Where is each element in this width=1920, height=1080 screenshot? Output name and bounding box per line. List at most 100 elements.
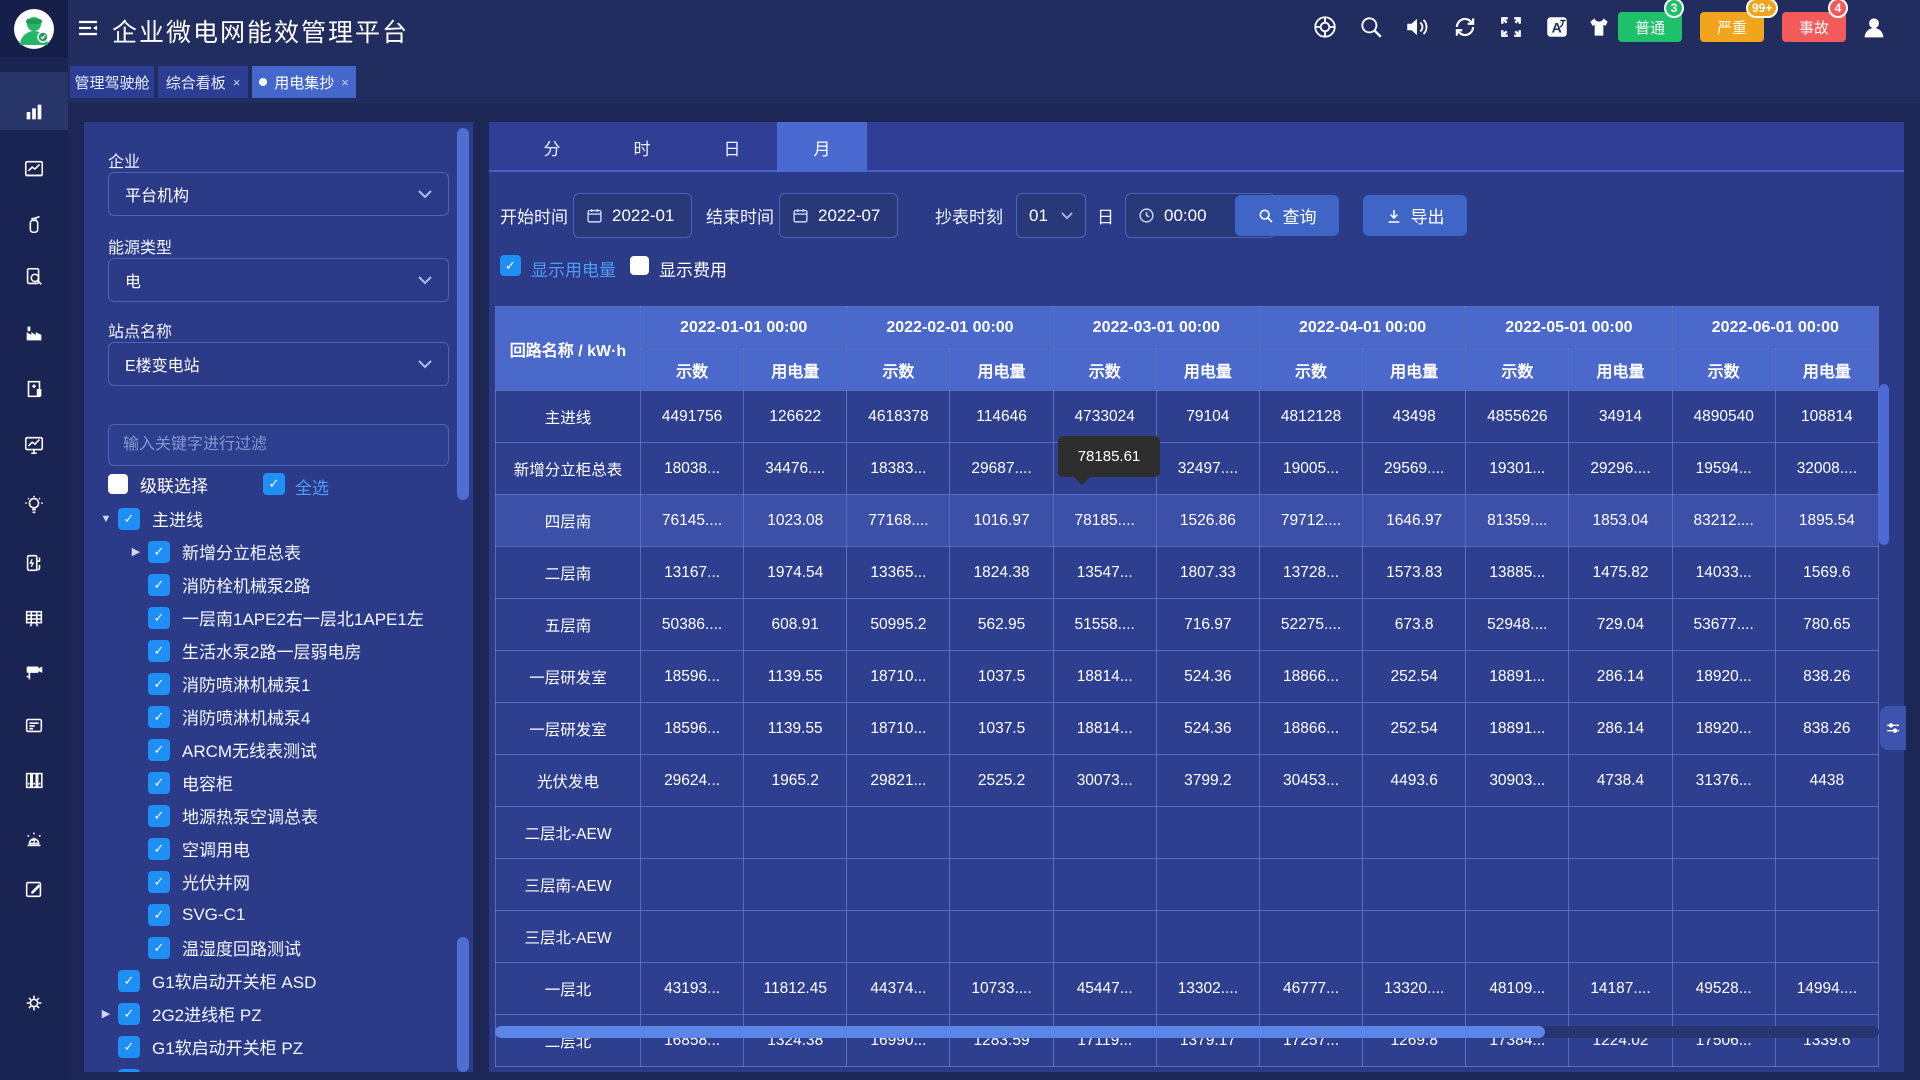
station-select[interactable]: E楼变电站 xyxy=(108,342,449,386)
tree-item[interactable]: ✓G1软启动开关柜 PZ xyxy=(84,1030,473,1063)
tree-item[interactable]: ✓空调用电 xyxy=(84,832,473,865)
show-cost-checkbox[interactable] xyxy=(630,256,649,275)
tree-item[interactable]: ✓光伏并网 xyxy=(84,865,473,898)
sidebar-item-fire-extinguisher-icon[interactable] xyxy=(23,213,45,235)
value-cell: 79104 xyxy=(1156,391,1259,443)
day-select[interactable]: 01 xyxy=(1016,193,1086,238)
sidebar-item-access-card-icon[interactable] xyxy=(23,714,45,736)
tree-item[interactable]: ✓电容柜 xyxy=(84,766,473,799)
caret-expanded-icon[interactable]: ▼ xyxy=(100,513,112,525)
tree-scrollbar-thumb[interactable] xyxy=(457,937,469,1072)
refresh-icon[interactable] xyxy=(1452,14,1480,42)
sidebar-item-gear-chip-icon[interactable] xyxy=(23,992,45,1014)
sidebar-item-monitor-trend-icon[interactable] xyxy=(23,434,45,456)
tree-item[interactable]: ✓生活水泵2路一层弱电房 xyxy=(84,634,473,667)
horizontal-scrollbar-thumb[interactable] xyxy=(495,1026,1545,1038)
panel-scrollbar-thumb[interactable] xyxy=(457,128,469,500)
value-cell: 29821... xyxy=(847,755,950,807)
close-tab-icon[interactable]: × xyxy=(233,75,241,90)
speaker-icon[interactable] xyxy=(1404,14,1432,42)
tree-checkbox[interactable]: ✓ xyxy=(118,970,140,992)
sidebar-item-alarm-siren-icon[interactable] xyxy=(23,828,45,850)
close-tab-icon[interactable]: × xyxy=(341,75,349,90)
tree-checkbox[interactable]: ✓ xyxy=(148,937,170,959)
workspace-tab-2[interactable]: 综合看板× xyxy=(158,66,248,98)
tree-checkbox[interactable]: ✓ xyxy=(148,673,170,695)
tree-checkbox[interactable]: ✓ xyxy=(148,805,170,827)
cascade-checkbox[interactable] xyxy=(108,474,128,494)
tree-item[interactable]: ✓温湿度回路测试 xyxy=(84,931,473,964)
sidebar-item-hospital-building-icon[interactable] xyxy=(23,378,45,400)
tree-item[interactable]: ▶✓EC演示箱 xyxy=(84,1063,473,1072)
select-all-label[interactable]: 全选 xyxy=(295,474,329,499)
tree-checkbox[interactable]: ✓ xyxy=(148,838,170,860)
tree-checkbox[interactable]: ✓ xyxy=(148,904,170,926)
user-icon[interactable] xyxy=(1860,14,1888,42)
select-all-checkbox[interactable]: ✓ xyxy=(263,473,285,495)
tree-checkbox[interactable]: ✓ xyxy=(118,1003,140,1025)
sidebar-item-bar-chart-icon[interactable] xyxy=(23,101,45,123)
value-cell: 1475.82 xyxy=(1569,547,1672,599)
enterprise-select[interactable]: 平台机构 xyxy=(108,172,449,216)
sidebar-item-inspect-document-icon[interactable] xyxy=(23,266,45,288)
horizontal-scrollbar[interactable] xyxy=(495,1026,1879,1038)
tree-checkbox[interactable]: ✓ xyxy=(148,739,170,761)
tree-checkbox[interactable]: ✓ xyxy=(148,871,170,893)
tree-item[interactable]: ✓地源热泵空调总表 xyxy=(84,799,473,832)
query-button[interactable]: 查询 xyxy=(1235,195,1339,236)
shirt-icon[interactable] xyxy=(1586,14,1614,42)
tree-checkbox[interactable]: ✓ xyxy=(118,1036,140,1058)
tree-checkbox[interactable]: ✓ xyxy=(118,1069,140,1073)
tree-checkbox[interactable]: ✓ xyxy=(148,772,170,794)
usage-subheader: 用电量 xyxy=(950,349,1053,391)
translate-icon[interactable]: A xyxy=(1544,14,1572,42)
sidebar-item-edit-form-icon[interactable] xyxy=(23,878,45,900)
tree-checkbox[interactable]: ✓ xyxy=(148,541,170,563)
workspace-tab-3[interactable]: 用电集抄× xyxy=(252,66,356,98)
tree-item[interactable]: ▶✓2G2进线柜 PZ xyxy=(84,997,473,1030)
collapse-menu-icon[interactable] xyxy=(76,16,104,44)
tree-checkbox[interactable]: ✓ xyxy=(118,508,140,530)
period-tab-日[interactable]: 日 xyxy=(687,122,777,172)
period-tab-月[interactable]: 月 xyxy=(777,122,867,172)
tree-item[interactable]: ✓消防喷淋机械泵1 xyxy=(84,667,473,700)
show-energy-checkbox[interactable]: ✓ xyxy=(500,255,521,276)
end-time-input[interactable]: 2022-07 xyxy=(779,193,898,238)
sidebar-item-archive-binders-icon[interactable] xyxy=(23,769,45,791)
tree-checkbox[interactable]: ✓ xyxy=(148,640,170,662)
energy-type-select[interactable]: 电 xyxy=(108,258,449,302)
fullscreen-icon[interactable] xyxy=(1498,14,1526,42)
tree-search-input[interactable] xyxy=(109,425,473,465)
value-cell: 562.95 xyxy=(950,599,1053,651)
tree-item[interactable]: ✓消防栓机械泵2路 xyxy=(84,568,473,601)
caret-collapsed-icon[interactable]: ▶ xyxy=(130,545,142,558)
tree-item[interactable]: ▼✓主进线 xyxy=(84,502,473,535)
period-tab-分[interactable]: 分 xyxy=(507,122,597,172)
sidebar-item-factory-icon[interactable] xyxy=(23,322,45,344)
life-ring-icon[interactable] xyxy=(1312,14,1340,42)
table-settings-handle[interactable] xyxy=(1880,706,1906,750)
vertical-scrollbar-thumb[interactable] xyxy=(1879,384,1889,545)
sidebar-item-solar-panel-icon[interactable] xyxy=(23,608,45,630)
caret-collapsed-icon[interactable]: ▶ xyxy=(100,1007,112,1020)
energy-type-label: 能源类型 xyxy=(108,234,172,258)
tree-checkbox[interactable]: ✓ xyxy=(148,706,170,728)
sidebar-item-ev-charger-icon[interactable] xyxy=(23,552,45,574)
tree-item[interactable]: ▶✓新增分立柜总表 xyxy=(84,535,473,568)
sidebar-item-line-chart-icon[interactable] xyxy=(23,158,45,180)
search-icon[interactable] xyxy=(1358,14,1386,42)
tree-item[interactable]: ✓SVG-C1 xyxy=(84,898,473,931)
value-cell: 10733.... xyxy=(950,963,1053,1015)
tree-checkbox[interactable]: ✓ xyxy=(148,607,170,629)
start-time-input[interactable]: 2022-01 xyxy=(573,193,692,238)
export-button[interactable]: 导出 xyxy=(1363,195,1467,236)
tree-item[interactable]: ✓一层南1APE2右一层北1APE1左 xyxy=(84,601,473,634)
sidebar-item-lightbulb-icon[interactable] xyxy=(23,494,45,516)
tree-item[interactable]: ✓G1软启动开关柜 ASD xyxy=(84,964,473,997)
sidebar-item-cctv-camera-icon[interactable] xyxy=(23,661,45,683)
workspace-tab-1[interactable]: 管理驾驶舱 xyxy=(70,66,154,98)
tree-item[interactable]: ✓消防喷淋机械泵4 xyxy=(84,700,473,733)
tree-item[interactable]: ✓ARCM无线表测试 xyxy=(84,733,473,766)
tree-checkbox[interactable]: ✓ xyxy=(148,574,170,596)
period-tab-时[interactable]: 时 xyxy=(597,122,687,172)
